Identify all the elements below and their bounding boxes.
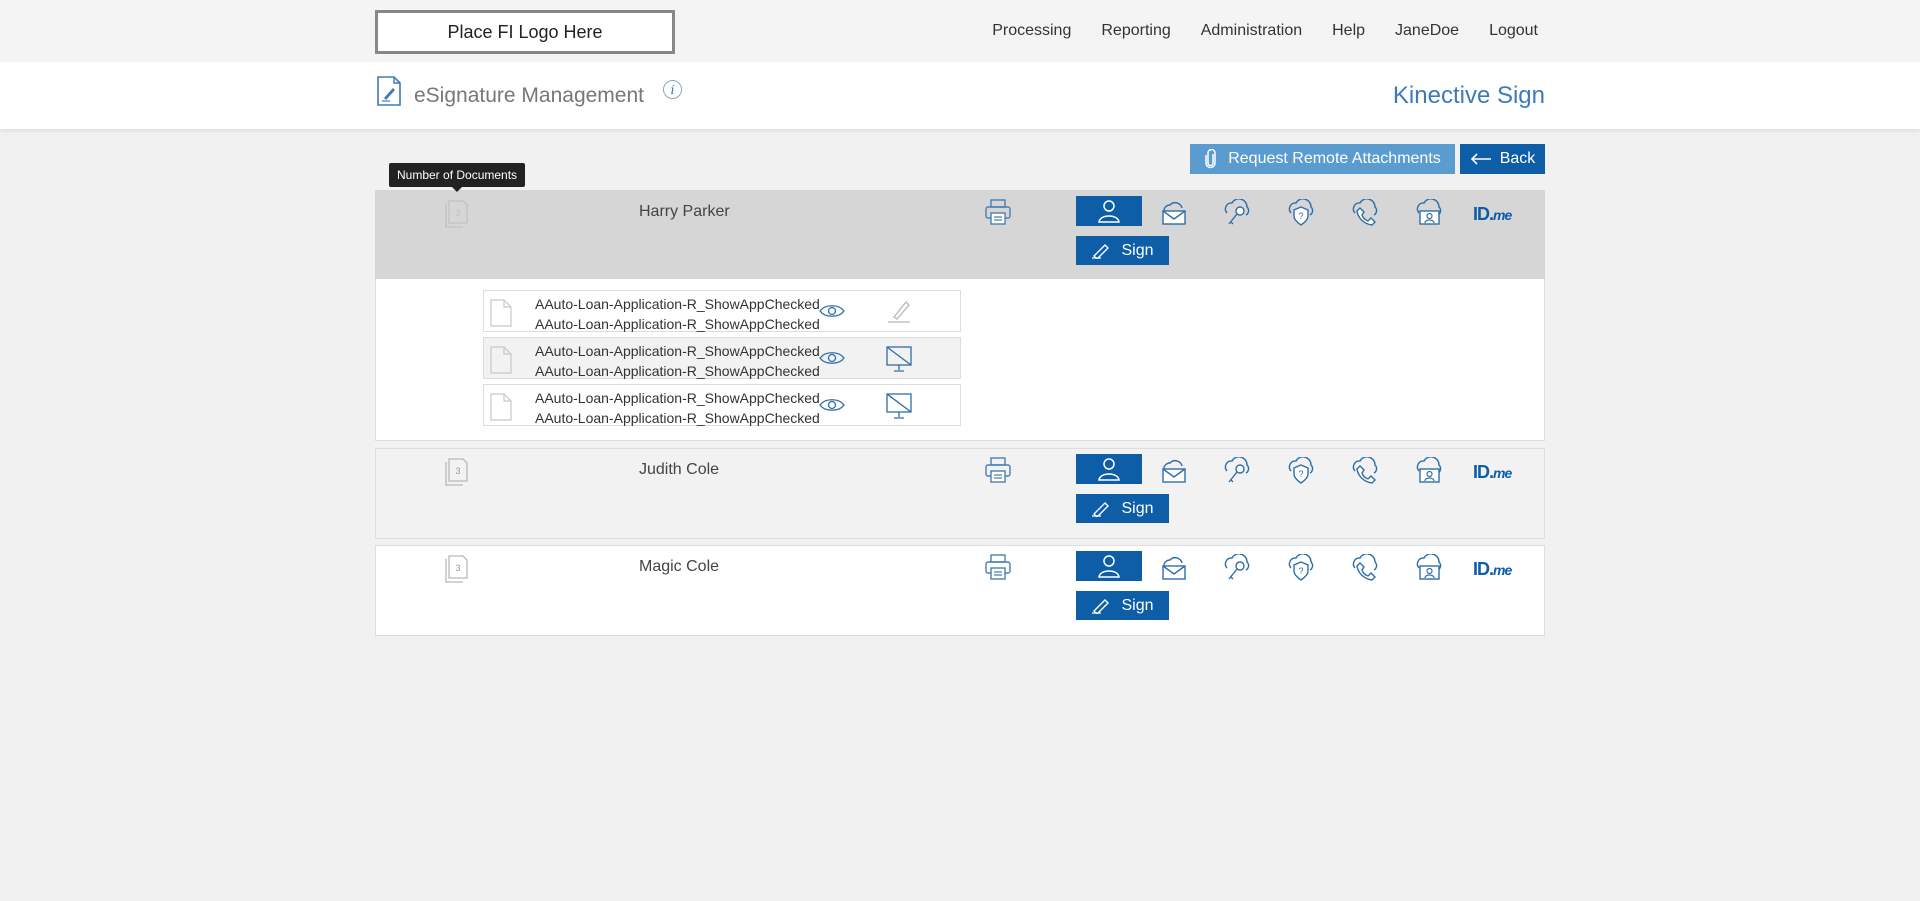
document-names: AAuto-Loan-Application-R_ShowAppChecked … xyxy=(535,341,820,381)
sign-label: Sign xyxy=(1121,596,1154,614)
document-count-icon[interactable]: 3 xyxy=(444,200,468,233)
key-cloud-icon[interactable] xyxy=(1220,198,1254,228)
document-name: AAuto-Loan-Application-R_ShowAppChecked xyxy=(535,296,820,312)
sign-button[interactable]: Sign xyxy=(1076,236,1169,265)
page-title: eSignature Management xyxy=(414,84,644,107)
document-name: AAuto-Loan-Application-R_ShowAppChecked xyxy=(535,410,820,426)
top-bar: Place FI Logo Here Processing Reporting … xyxy=(0,0,1920,62)
back-button[interactable]: Back xyxy=(1460,144,1545,174)
eye-icon[interactable] xyxy=(819,350,845,366)
fi-logo-placeholder: Place FI Logo Here xyxy=(375,10,675,54)
svg-text:?: ? xyxy=(1298,469,1303,479)
sign-label: Sign xyxy=(1121,499,1154,517)
phone-cloud-icon[interactable] xyxy=(1348,456,1382,486)
document-count-icon[interactable]: 3 xyxy=(444,458,468,491)
arrow-left-icon xyxy=(1470,153,1491,165)
document-count-icon[interactable]: 3 xyxy=(444,555,468,588)
nav-reporting[interactable]: Reporting xyxy=(1101,22,1170,40)
document-count-value: 3 xyxy=(455,466,460,476)
printer-icon[interactable] xyxy=(984,198,1012,226)
document-row[interactable]: AAuto-Loan-Application-R_ShowAppChecked … xyxy=(483,337,961,379)
page-header: eSignature Management i Kinective Sign xyxy=(0,62,1920,129)
svg-text:?: ? xyxy=(1298,566,1303,576)
key-cloud-icon[interactable] xyxy=(1220,456,1254,486)
person-icon xyxy=(1098,458,1120,481)
nav-help[interactable]: Help xyxy=(1332,22,1365,40)
id-card-cloud-icon[interactable] xyxy=(1412,198,1446,228)
security-question-cloud-icon[interactable]: ? xyxy=(1284,553,1318,583)
id-card-cloud-icon[interactable] xyxy=(1412,553,1446,583)
esignature-document-icon xyxy=(377,76,401,106)
person-icon xyxy=(1098,200,1120,223)
idme-logo[interactable]: ID.me xyxy=(1473,462,1512,483)
signer-row[interactable]: 3 Harry Parker ? ID.me Sign xyxy=(375,190,1545,279)
pen-icon xyxy=(1092,598,1110,614)
sign-label: Sign xyxy=(1121,241,1154,259)
in-person-auth-button[interactable] xyxy=(1076,196,1142,226)
security-question-cloud-icon[interactable]: ? xyxy=(1284,198,1318,228)
email-cloud-icon[interactable] xyxy=(1156,553,1190,583)
no-display-icon[interactable] xyxy=(884,391,914,421)
document-row[interactable]: AAuto-Loan-Application-R_ShowAppChecked … xyxy=(483,290,961,332)
nav-administration[interactable]: Administration xyxy=(1201,22,1302,40)
printer-icon[interactable] xyxy=(984,553,1012,581)
person-icon xyxy=(1098,555,1120,578)
file-icon xyxy=(490,299,512,327)
info-icon[interactable]: i xyxy=(663,80,682,99)
document-name: AAuto-Loan-Application-R_ShowAppChecked xyxy=(535,316,820,332)
nav-user[interactable]: JaneDoe xyxy=(1395,22,1459,40)
number-of-documents-tooltip: Number of Documents xyxy=(389,163,526,192)
request-remote-attachments-button[interactable]: Request Remote Attachments xyxy=(1190,144,1455,174)
idme-logo[interactable]: ID.me xyxy=(1473,559,1512,580)
sign-button[interactable]: Sign xyxy=(1076,591,1169,620)
pen-icon xyxy=(1092,501,1110,517)
sign-button[interactable]: Sign xyxy=(1076,494,1169,523)
file-icon xyxy=(490,346,512,374)
in-person-auth-button[interactable] xyxy=(1076,454,1142,484)
document-names: AAuto-Loan-Application-R_ShowAppChecked … xyxy=(535,294,820,334)
nav-logout[interactable]: Logout xyxy=(1489,22,1538,40)
document-name: AAuto-Loan-Application-R_ShowAppChecked xyxy=(535,363,820,379)
svg-text:?: ? xyxy=(1298,211,1303,221)
main-nav: Processing Reporting Administration Help… xyxy=(992,0,1538,62)
in-person-auth-button[interactable] xyxy=(1076,551,1142,581)
security-question-cloud-icon[interactable]: ? xyxy=(1284,456,1318,486)
idme-logo[interactable]: ID.me xyxy=(1473,204,1512,225)
signer-name: Magic Cole xyxy=(639,558,720,575)
no-display-icon[interactable] xyxy=(884,344,914,374)
printer-icon[interactable] xyxy=(984,456,1012,484)
sign-pen-icon[interactable] xyxy=(884,297,914,325)
eye-icon[interactable] xyxy=(819,303,845,319)
document-names: AAuto-Loan-Application-R_ShowAppChecked … xyxy=(535,388,820,428)
file-icon xyxy=(490,393,512,421)
nav-processing[interactable]: Processing xyxy=(992,22,1071,40)
phone-cloud-icon[interactable] xyxy=(1348,553,1382,583)
document-name: AAuto-Loan-Application-R_ShowAppChecked xyxy=(535,343,820,359)
document-row[interactable]: AAuto-Loan-Application-R_ShowAppChecked … xyxy=(483,384,961,426)
request-remote-attachments-label: Request Remote Attachments xyxy=(1228,150,1441,167)
logo-text: Place FI Logo Here xyxy=(447,21,603,42)
key-cloud-icon[interactable] xyxy=(1220,553,1254,583)
phone-cloud-icon[interactable] xyxy=(1348,198,1382,228)
document-count-value: 3 xyxy=(455,208,460,218)
back-label: Back xyxy=(1499,150,1536,167)
signer-name: Judith Cole xyxy=(639,461,720,478)
email-cloud-icon[interactable] xyxy=(1156,198,1190,228)
documents-panel: AAuto-Loan-Application-R_ShowAppChecked … xyxy=(375,279,1545,441)
brand-name: Kinective Sign xyxy=(1392,82,1545,109)
eye-icon[interactable] xyxy=(819,397,845,413)
signer-row[interactable]: 3 Magic Cole ? ID.me Sign xyxy=(375,545,1545,636)
id-card-cloud-icon[interactable] xyxy=(1412,456,1446,486)
pen-icon xyxy=(1092,243,1110,259)
signer-row[interactable]: 3 Judith Cole ? ID.me Sign xyxy=(375,448,1545,539)
paperclip-icon xyxy=(1205,149,1216,169)
document-name: AAuto-Loan-Application-R_ShowAppChecked xyxy=(535,390,820,406)
document-count-value: 3 xyxy=(455,563,460,573)
email-cloud-icon[interactable] xyxy=(1156,456,1190,486)
signer-name: Harry Parker xyxy=(639,203,730,220)
